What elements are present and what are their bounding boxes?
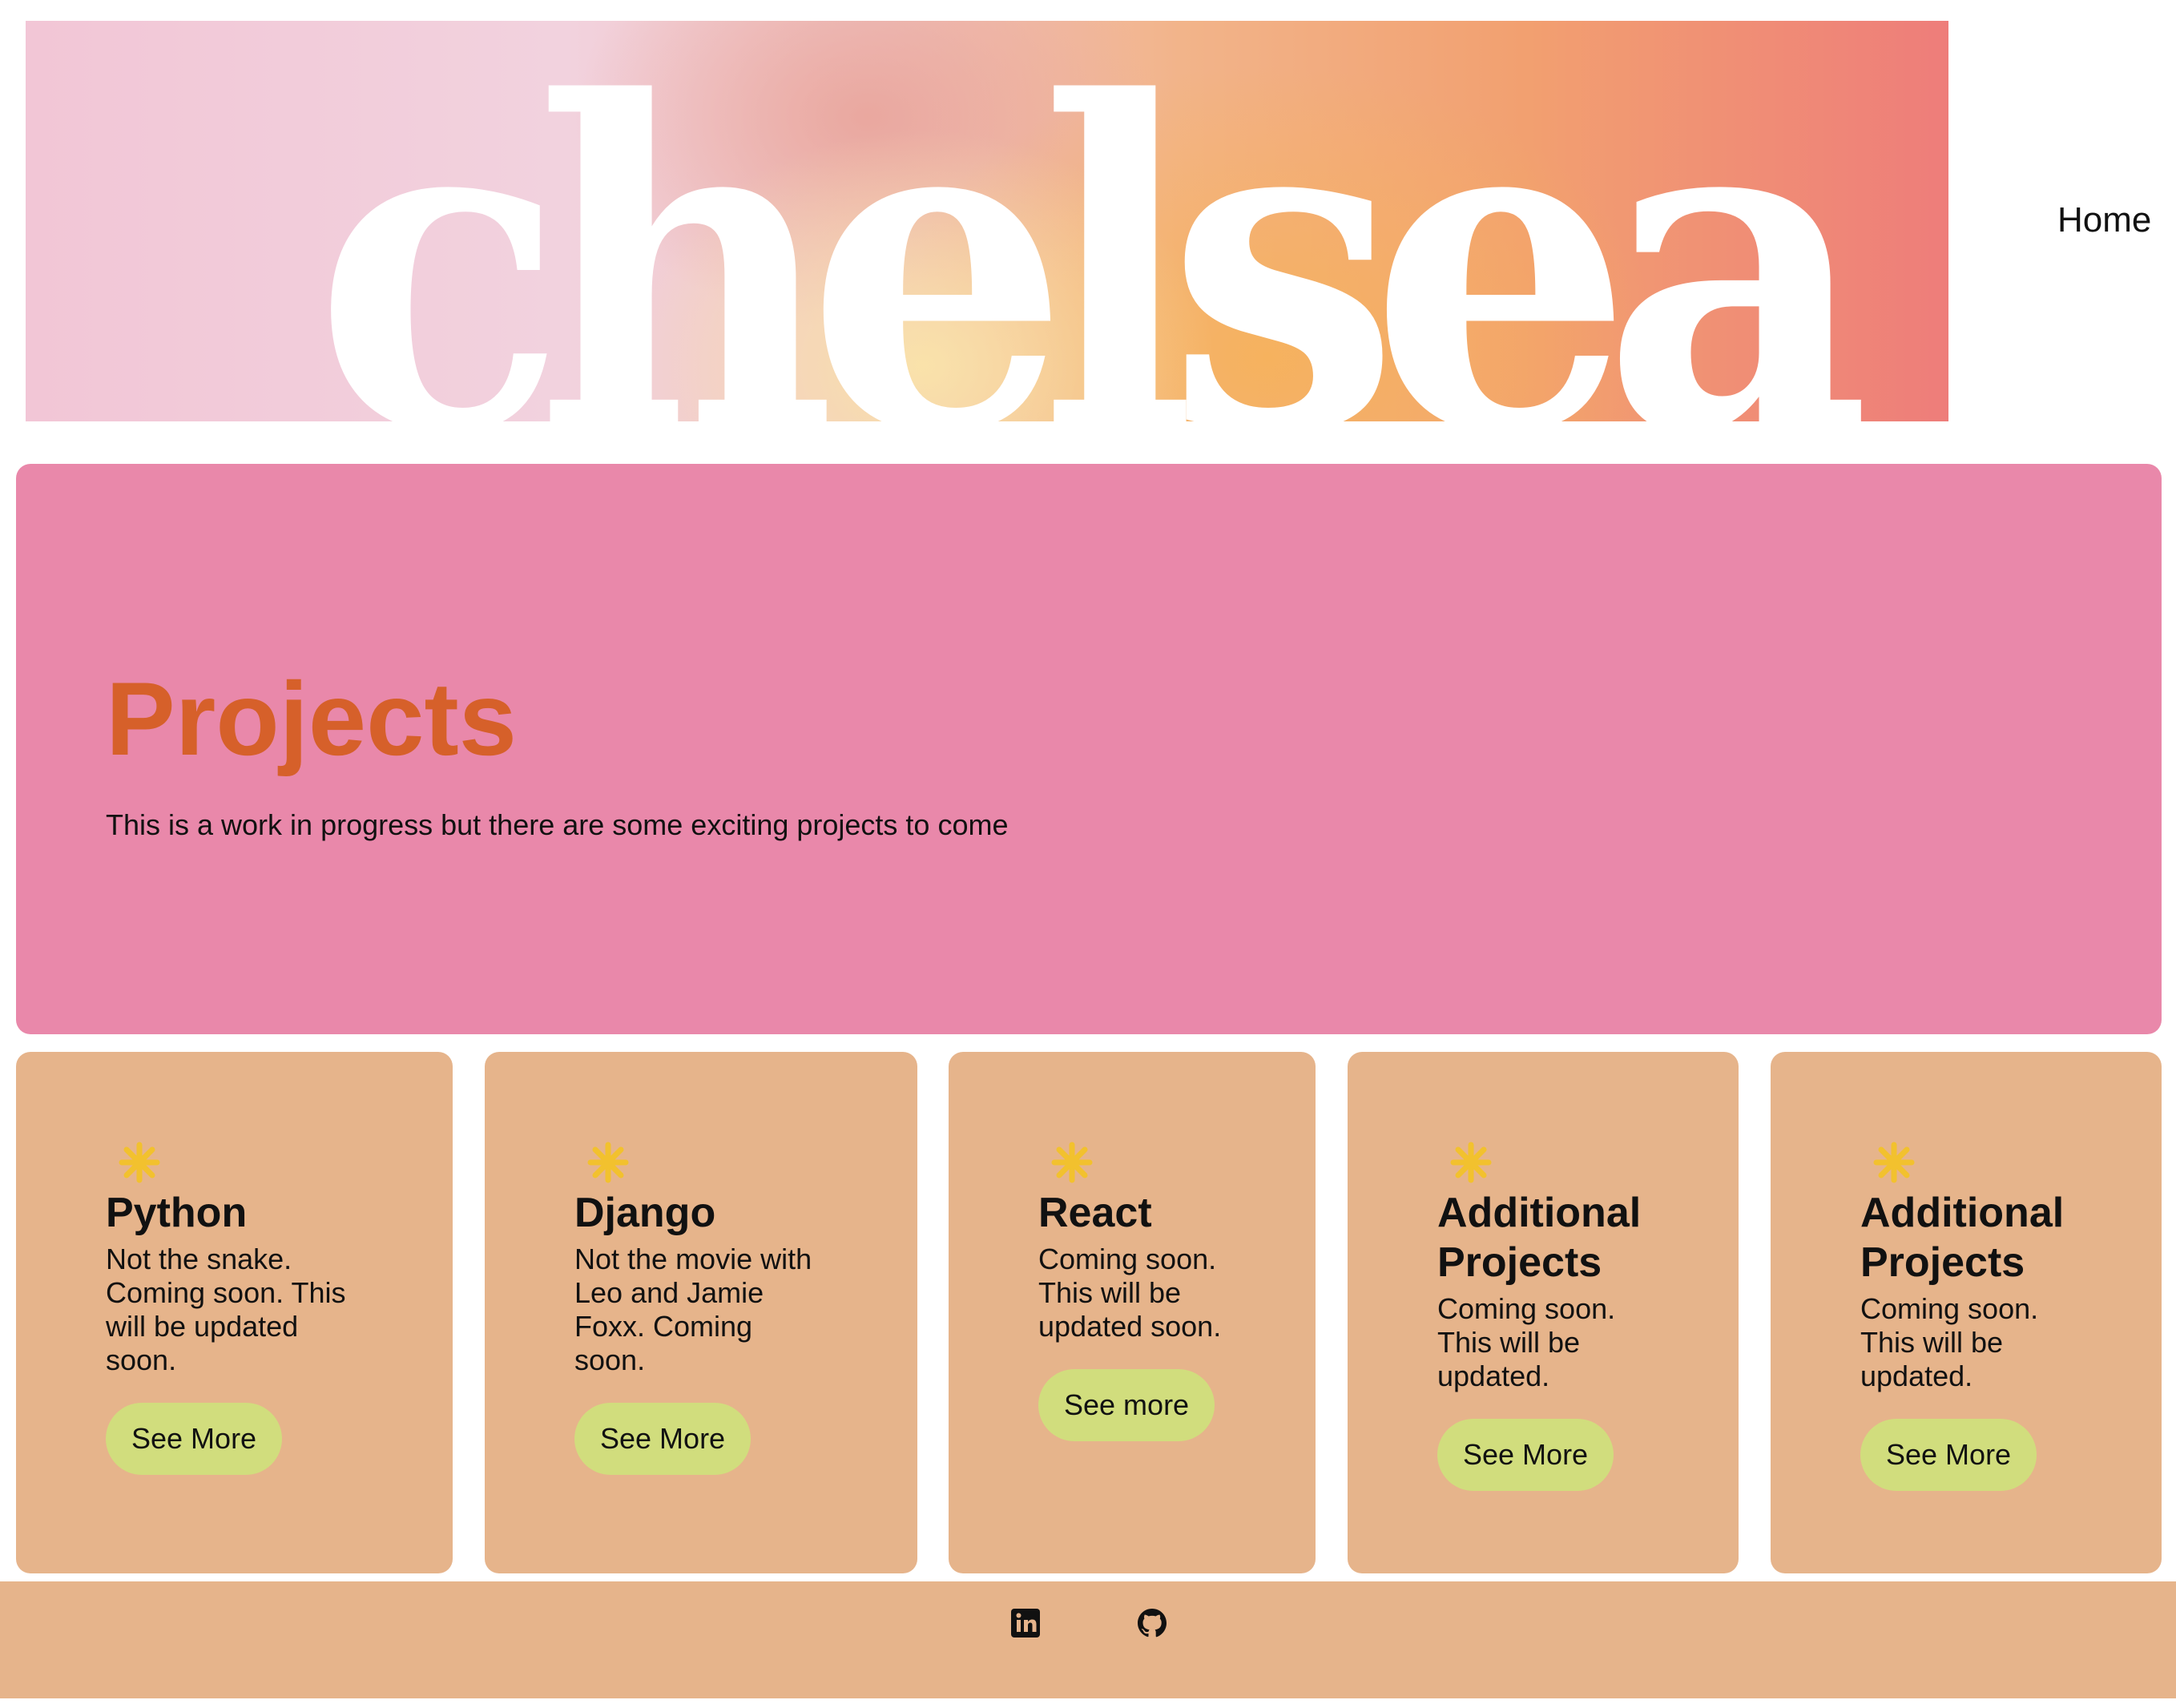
card-title: Python <box>106 1190 248 1236</box>
page-title: Projects <box>106 660 518 777</box>
see-more-button[interactable]: See more <box>1038 1369 1215 1441</box>
site-footer <box>0 1581 2176 1698</box>
card-description: Not the snake. Coming soon. This will be… <box>106 1243 346 1376</box>
sparkle-icon <box>1450 1142 1492 1183</box>
nav-home-link[interactable]: Home <box>2057 200 2151 240</box>
sparkle-icon <box>119 1142 160 1183</box>
see-more-button[interactable]: See More <box>1437 1419 1614 1491</box>
project-card-additional-2: Additional Projects Coming soon. This wi… <box>1771 1052 2162 1573</box>
see-more-button[interactable]: See More <box>1860 1419 2037 1491</box>
projects-hero: Projects This is a work in progress but … <box>16 464 2162 1034</box>
github-icon[interactable] <box>1136 1607 1168 1639</box>
sparkle-icon <box>1051 1142 1093 1183</box>
card-description: Coming soon. This will be updated soon. <box>1038 1243 1222 1343</box>
site-header: chelsea Home <box>0 0 2176 449</box>
card-description: Not the movie with Leo and Jamie Foxx. C… <box>574 1243 812 1376</box>
sparkle-icon <box>1873 1142 1915 1183</box>
sparkle-icon <box>587 1142 629 1183</box>
logo-banner[interactable]: chelsea <box>26 21 1948 421</box>
card-title: React <box>1038 1190 1152 1236</box>
see-more-button[interactable]: See More <box>574 1403 752 1475</box>
logo-wordmark: chelsea <box>314 21 1871 421</box>
project-card-django: Django Not the movie with Leo and Jamie … <box>485 1052 917 1573</box>
card-description: Coming soon. This will be updated. <box>1437 1292 1616 1392</box>
project-card-python: Python Not the snake. Coming soon. This … <box>16 1052 453 1573</box>
page: chelsea Home Projects This is a work in … <box>0 0 2176 1708</box>
project-card-additional-1: Additional Projects Coming soon. This wi… <box>1348 1052 1739 1573</box>
card-description: Coming soon. This will be updated. <box>1860 1292 2039 1392</box>
card-title: Additional Projects <box>1437 1190 1642 1286</box>
card-title: Additional Projects <box>1860 1190 2065 1286</box>
linkedin-icon[interactable] <box>1009 1607 1042 1639</box>
see-more-button[interactable]: See More <box>106 1403 283 1475</box>
hero-description: This is a work in progress but there are… <box>106 808 1009 841</box>
card-title: Django <box>574 1190 716 1236</box>
project-card-react: React Coming soon. This will be updated … <box>949 1052 1316 1573</box>
